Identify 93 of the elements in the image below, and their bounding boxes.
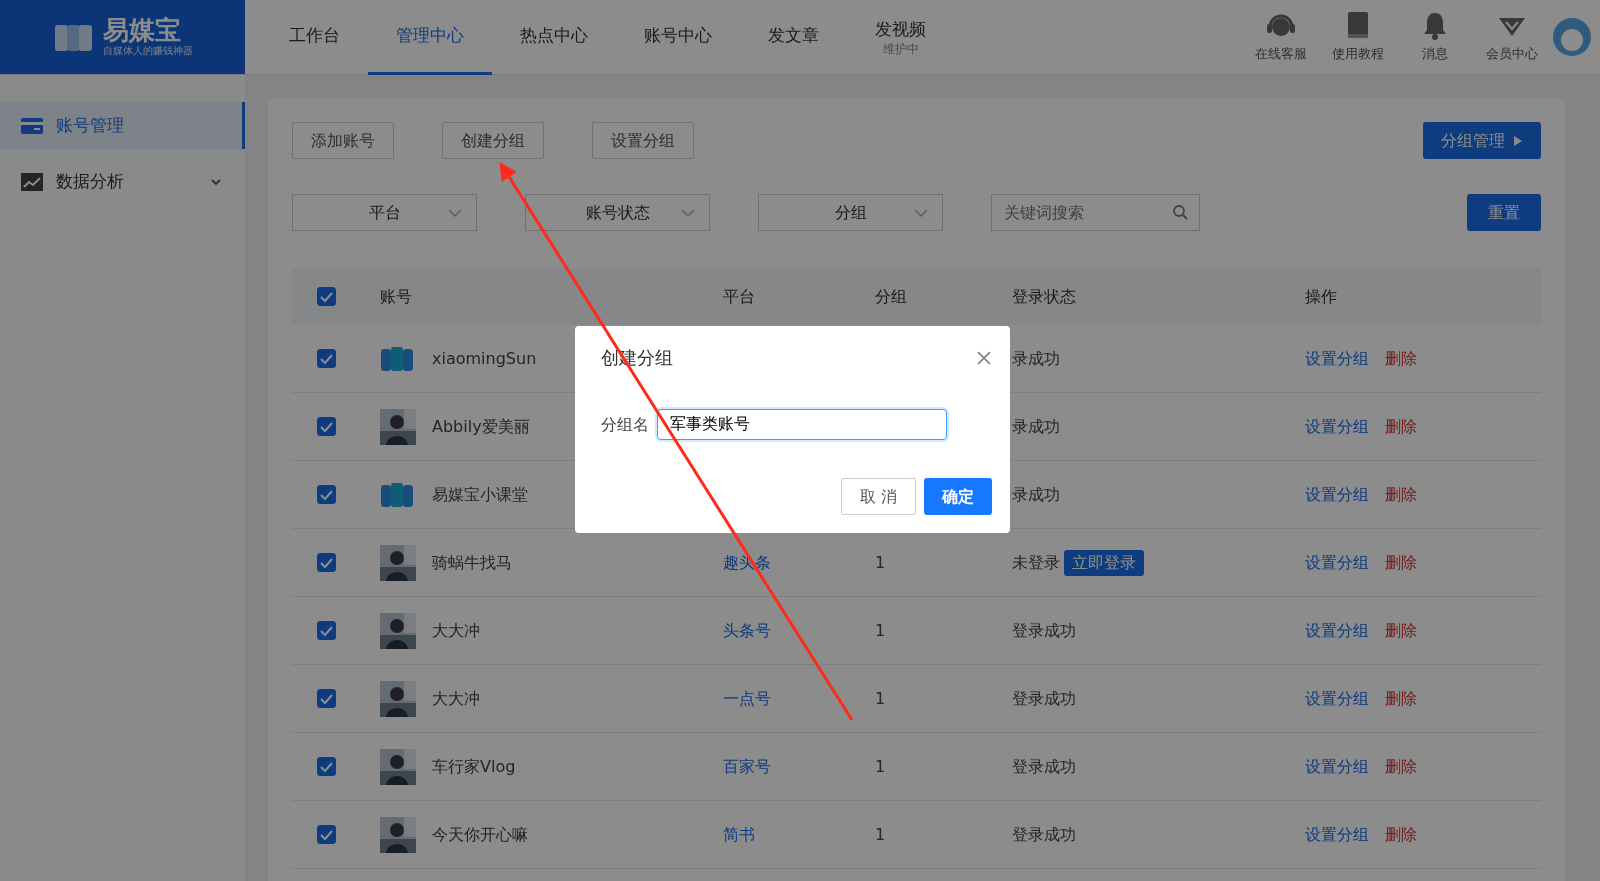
search-icon [1172, 204, 1188, 220]
delete-link[interactable]: 删除 [1385, 482, 1417, 507]
delete-link[interactable]: 删除 [1385, 754, 1417, 779]
group-count: 1 [875, 552, 886, 572]
chart-icon [20, 170, 44, 193]
login-status: 登录成功 [1012, 619, 1076, 642]
row-checkbox[interactable] [317, 689, 336, 708]
nav-tab[interactable]: 账号中心 [616, 0, 740, 75]
row-checkbox[interactable] [317, 485, 336, 504]
delete-link[interactable]: 删除 [1385, 346, 1417, 371]
login-status: 登录成功 [1012, 755, 1076, 778]
column-header: 账号 [380, 286, 412, 306]
filter-select[interactable]: 分组 [758, 194, 943, 231]
account-name: xiaomingSun [432, 347, 537, 370]
avatar-icon [1552, 17, 1592, 57]
nav-tab[interactable]: 发视频 维护中 [847, 0, 954, 75]
header-tool[interactable]: 消息 [1398, 10, 1471, 64]
row-checkbox[interactable] [317, 621, 336, 640]
nav-tab[interactable]: 发文章 [740, 0, 847, 75]
login-status: 登录成功 [1012, 687, 1076, 710]
account-name: Abbily爱美丽 [432, 415, 530, 438]
delete-link[interactable]: 删除 [1385, 618, 1417, 643]
nav-tab[interactable]: 热点中心 [492, 0, 616, 75]
account-name: 今天你开心嘛 [432, 823, 528, 846]
delete-link[interactable]: 删除 [1385, 686, 1417, 711]
account-name: 大大冲 [432, 619, 480, 642]
group-count: 1 [875, 688, 886, 708]
sidebar-item[interactable]: 账号管理 [0, 102, 245, 149]
select-all-checkbox[interactable] [317, 287, 336, 306]
search-field[interactable]: 关键词搜索 [991, 194, 1200, 231]
login-status: 未登录 [1012, 551, 1060, 574]
login-status: 录成功 [1012, 347, 1060, 370]
set-group-link[interactable]: 设置分组 [1305, 414, 1369, 439]
login-status: 录成功 [1012, 483, 1060, 506]
field-label: 分组名 [601, 413, 649, 436]
account-name: 大大冲 [432, 687, 480, 710]
platform-link[interactable]: 一点号 [723, 688, 771, 708]
login-now-button[interactable]: 立即登录 [1064, 549, 1144, 576]
chevron-down-icon [914, 206, 928, 219]
header-tool[interactable]: 使用教程 [1321, 10, 1394, 64]
maintenance-note: 维护中 [882, 42, 919, 55]
group-count: 1 [875, 824, 886, 844]
account-name: 易媒宝小课堂 [432, 483, 528, 506]
login-status: 登录成功 [1012, 823, 1076, 846]
row-checkbox[interactable] [317, 825, 336, 844]
filter-select[interactable]: 平台 [292, 194, 477, 231]
column-header: 平台 [723, 286, 755, 306]
platform-link[interactable]: 简书 [723, 824, 755, 844]
platform-link[interactable]: 头条号 [723, 620, 771, 640]
nav-tab[interactable]: 工作台 [261, 0, 368, 75]
group-count: 1 [875, 756, 886, 776]
group-name-field[interactable]: 军事类账号 [657, 409, 947, 440]
delete-link[interactable]: 删除 [1385, 550, 1417, 575]
account-name: 骑蜗牛找马 [432, 551, 512, 574]
column-header: 分组 [875, 286, 907, 306]
row-checkbox[interactable] [317, 417, 336, 436]
delete-link[interactable]: 删除 [1385, 822, 1417, 847]
platform-link[interactable]: 百家号 [723, 756, 771, 776]
reset-button[interactable]: 重置 [1467, 194, 1541, 231]
set-group-link[interactable]: 设置分组 [1305, 550, 1369, 575]
account-name: 车行家Vlog [432, 755, 516, 778]
close-icon [976, 349, 992, 366]
column-header: 登录状态 [1012, 286, 1076, 306]
sidebar-item[interactable]: 数据分析 [0, 158, 245, 205]
play-icon [1513, 134, 1523, 147]
row-checkbox[interactable] [317, 553, 336, 572]
chevron-down-icon [681, 206, 695, 219]
set-group-link[interactable]: 设置分组 [1305, 822, 1369, 847]
toolbar-button[interactable]: 创建分组 [442, 122, 544, 159]
set-group-link[interactable]: 设置分组 [1305, 482, 1369, 507]
login-status: 录成功 [1012, 415, 1060, 438]
close-button[interactable] [976, 349, 992, 366]
set-group-link[interactable]: 设置分组 [1305, 346, 1369, 371]
header-tool[interactable]: 会员中心 [1475, 10, 1548, 64]
delete-link[interactable]: 删除 [1385, 414, 1417, 439]
logo-slogan: 自媒体人的赚钱神器 [102, 44, 193, 58]
group-manage-button[interactable]: 分组管理 [1423, 122, 1541, 159]
cancel-button[interactable]: 取 消 [840, 478, 916, 515]
column-header: 操作 [1305, 286, 1337, 306]
set-group-link[interactable]: 设置分组 [1305, 618, 1369, 643]
header-tool[interactable]: 在线客服 [1244, 10, 1317, 64]
set-group-link[interactable]: 设置分组 [1305, 686, 1369, 711]
group-count: 1 [875, 620, 886, 640]
toolbar-button[interactable]: 添加账号 [292, 122, 394, 159]
confirm-button[interactable]: 确定 [924, 478, 992, 515]
toolbar-button[interactable]: 设置分组 [592, 122, 694, 159]
set-group-link[interactable]: 设置分组 [1305, 754, 1369, 779]
logo-name: 易媒宝 [102, 16, 182, 43]
chevron-down-icon [448, 206, 462, 219]
nav-tab[interactable]: 管理中心 [368, 0, 492, 75]
row-checkbox[interactable] [317, 757, 336, 776]
row-checkbox[interactable] [317, 349, 336, 368]
filter-select[interactable]: 账号状态 [525, 194, 710, 231]
